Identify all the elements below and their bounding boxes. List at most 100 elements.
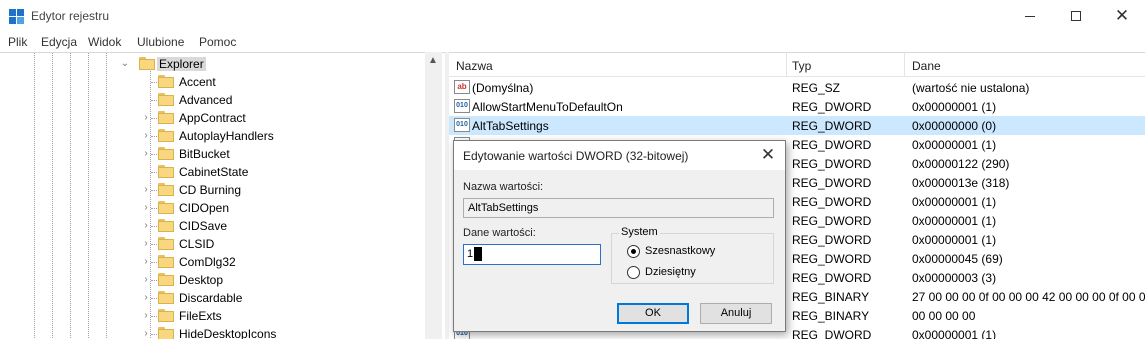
chevron-right-icon[interactable]: › [140,202,152,214]
tree-item-advanced[interactable]: Advanced [0,91,425,109]
tree-item-desktop[interactable]: › Desktop [0,271,425,289]
value-type: REG_SZ [792,81,841,95]
chevron-right-icon[interactable]: › [140,274,152,286]
column-divider[interactable] [786,53,787,77]
value-data: 0x00000001 (1) [912,195,997,209]
ok-button[interactable]: OK [617,303,689,324]
menu-ulubione[interactable]: Ulubione [137,35,184,49]
value-data-text: 1 [467,248,474,260]
tree-item-label: AutoplayHandlers [179,129,274,143]
list-row[interactable]: 010 AllowStartMenuToDefaultOn REG_DWORD … [449,97,1145,116]
value-data: 0x0000013e (318) [912,176,1010,190]
value-data: 0x00000003 (3) [912,271,997,285]
dialog-title: Edytowanie wartości DWORD (32-bitowej) [463,149,689,163]
menu-edycja[interactable]: Edycja [41,35,77,49]
chevron-right-icon[interactable]: › [140,310,152,322]
radio-button[interactable] [627,266,640,279]
value-data: 0x00000001 (1) [912,214,997,228]
folder-icon [158,147,174,160]
folder-icon [158,237,174,250]
tree-item-accent[interactable]: Accent [0,73,425,91]
dialog-title-bar[interactable]: Edytowanie wartości DWORD (32-bitowej) ✕ [454,141,785,170]
chevron-right-icon[interactable]: › [140,328,152,339]
value-data: 0x00000000 (0) [912,119,997,133]
radio-dec-label[interactable]: Dziesiętny [645,266,696,278]
tree-item-label: FileExts [179,309,222,323]
reg-binary-icon: 010 [454,99,470,113]
scroll-up-icon[interactable]: ▲ [428,55,438,66]
edit-dword-dialog: Edytowanie wartości DWORD (32-bitowej) ✕… [453,140,786,332]
value-data: (wartość nie ustalona) [912,81,1030,95]
tree-item-autoplayhandlers[interactable]: › AutoplayHandlers [0,127,425,145]
column-name[interactable]: Nazwa [456,59,493,73]
folder-icon [158,93,174,106]
tree-item-comdlg32[interactable]: › ComDlg32 [0,253,425,271]
tree-item-label: Accent [179,75,216,89]
maximize-button[interactable] [1053,0,1099,32]
minimize-button[interactable] [1007,0,1053,32]
close-icon: ✕ [760,145,776,164]
tree-item-bitbucket[interactable]: › BitBucket [0,145,425,163]
tree-item-label: AppContract [179,111,246,125]
chevron-right-icon[interactable]: › [140,292,152,304]
value-name-field: AltTabSettings [463,198,774,218]
folder-icon [158,111,174,124]
value-data-input[interactable] [463,244,601,265]
folder-icon [158,291,174,304]
chevron-right-icon[interactable]: › [140,238,152,250]
value-type: REG_DWORD [792,100,872,114]
value-type: REG_DWORD [792,138,872,152]
tree-item-explorer[interactable]: ⌄ Explorer [0,55,425,73]
tree-item-cd-burning[interactable]: › CD Burning [0,181,425,199]
tree-item-label: HideDesktopIcons [179,327,277,339]
folder-icon [158,201,174,214]
value-data: 0x00000001 (1) [912,233,997,247]
tree-item-cabinetstate[interactable]: CabinetState [0,163,425,181]
minimize-icon [1025,16,1035,17]
tree-item-appcontract[interactable]: › AppContract [0,109,425,127]
list-row[interactable]: ab (Domyślna) REG_SZ (wartość nie ustalo… [449,78,1145,97]
value-type: REG_DWORD [792,233,872,247]
value-data-label: Dane wartości: [463,227,536,239]
chevron-down-icon[interactable]: ⌄ [119,58,131,70]
close-button[interactable]: ✕ [1099,0,1145,32]
tree-item-fileexts[interactable]: › FileExts [0,307,425,325]
chevron-right-icon[interactable]: › [140,112,152,124]
text-cursor [474,247,482,261]
value-data: 0x00000001 (1) [912,100,997,114]
menu-pomoc[interactable]: Pomoc [199,35,236,49]
close-icon: ✕ [1114,6,1130,25]
folder-icon [158,183,174,196]
column-type[interactable]: Typ [792,59,811,73]
column-divider[interactable] [904,53,905,77]
tree-item-cidopen[interactable]: › CIDOpen [0,199,425,217]
chevron-right-icon[interactable]: › [140,130,152,142]
value-type: REG_DWORD [792,252,872,266]
tree-item-discardable[interactable]: › Discardable [0,289,425,307]
tree-item-label: Discardable [179,291,243,305]
tree-item-clsid[interactable]: › CLSID [0,235,425,253]
list-row[interactable]: 010 AltTabSettings REG_DWORD 0x00000000 … [449,116,1145,135]
column-data[interactable]: Dane [912,59,941,73]
menu-widok[interactable]: Widok [88,35,121,49]
menu-plik[interactable]: Plik [8,35,27,49]
tree-scrollbar[interactable]: ▲ [425,52,442,339]
chevron-right-icon[interactable]: › [140,184,152,196]
tree-item-cidsave[interactable]: › CIDSave [0,217,425,235]
chevron-right-icon[interactable]: › [140,148,152,160]
radio-button-checked[interactable] [627,245,640,258]
chevron-right-icon[interactable]: › [140,220,152,232]
dialog-close-button[interactable]: ✕ [754,143,782,167]
folder-icon [158,255,174,268]
tree-item-label: CabinetState [179,165,249,179]
value-data: 27 00 00 00 0f 00 00 00 42 00 00 00 0f 0… [912,290,1145,304]
radio-hex-label[interactable]: Szesnastkowy [645,245,715,257]
value-data: 00 00 00 00 [912,309,976,323]
value-type: REG_DWORD [792,176,872,190]
chevron-right-icon[interactable]: › [140,256,152,268]
tree-item-hidedesktopicons[interactable]: › HideDesktopIcons [0,325,425,339]
registry-tree[interactable]: ⌄ Explorer Accent Advanced › AppContract… [0,52,445,339]
tree-item-label: CIDOpen [179,201,230,215]
cancel-button[interactable]: Anuluj [700,303,772,324]
value-type: REG_DWORD [792,157,872,171]
